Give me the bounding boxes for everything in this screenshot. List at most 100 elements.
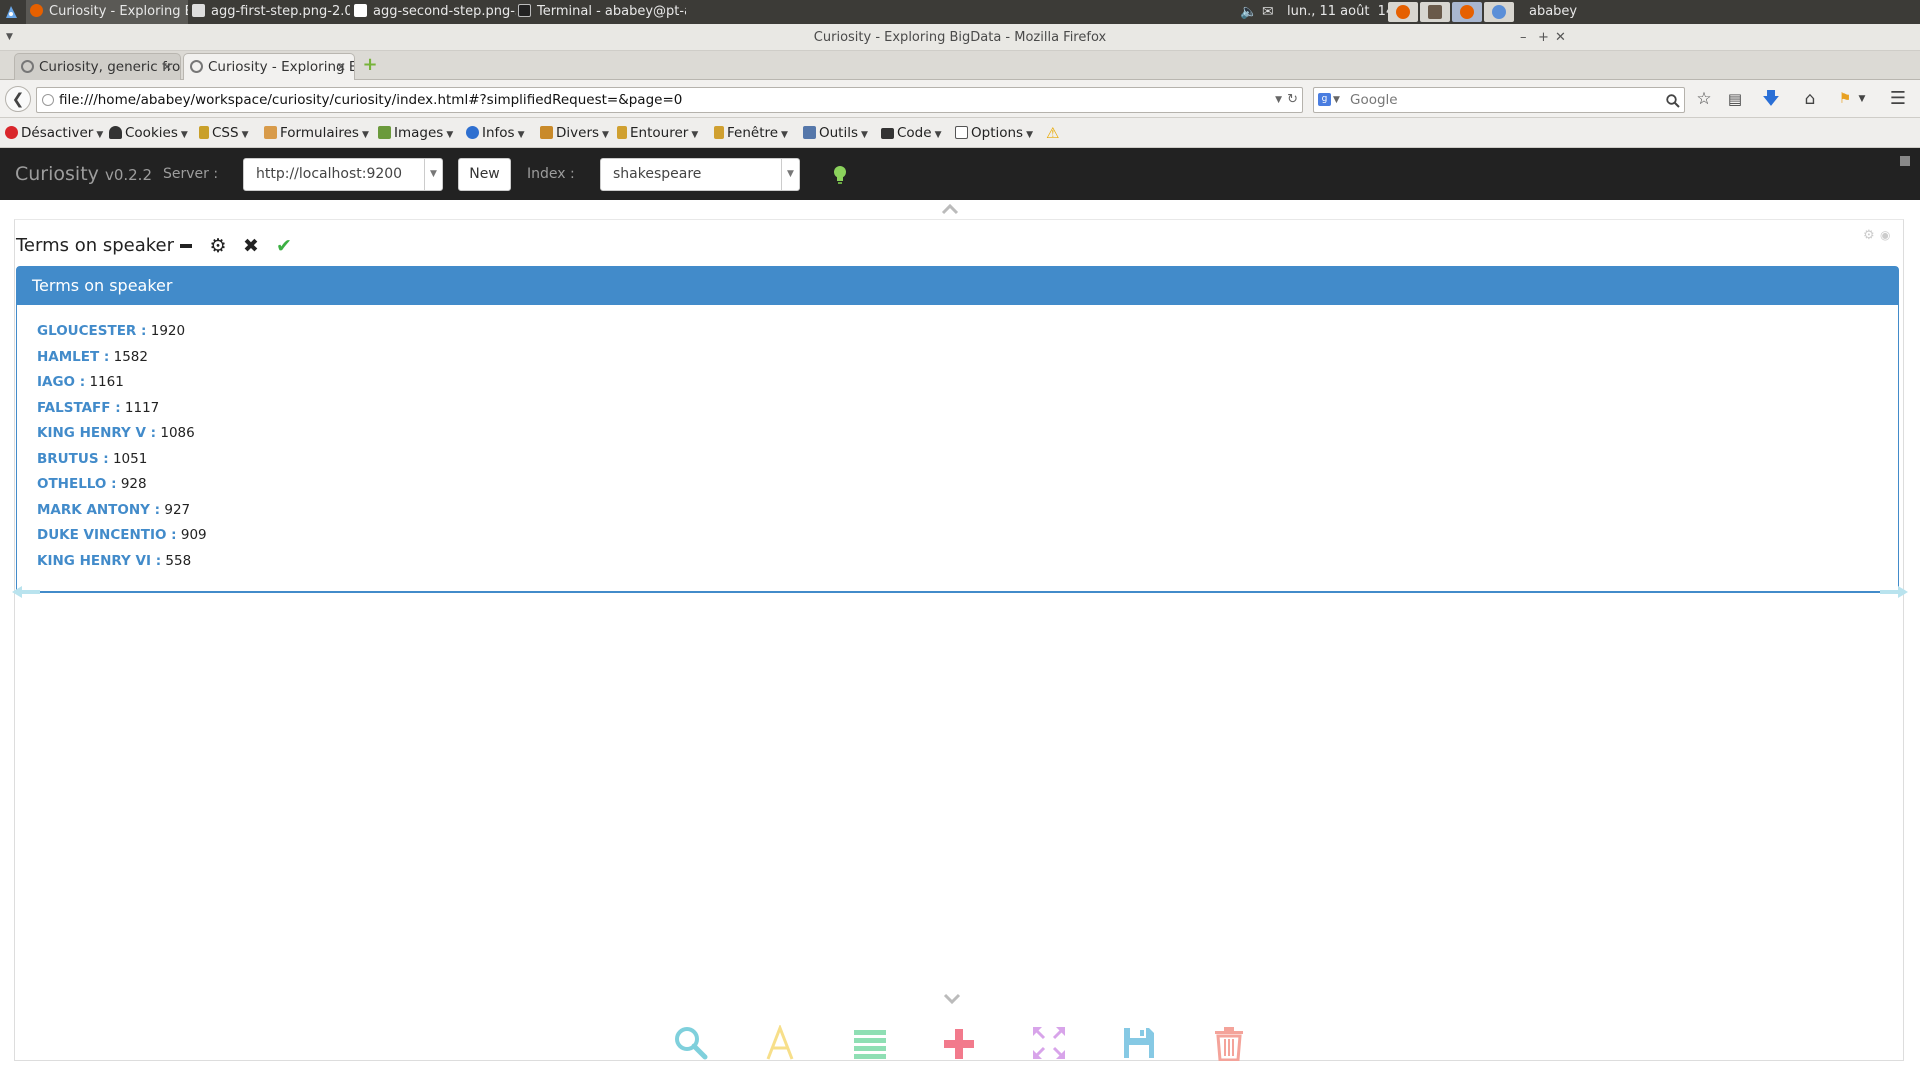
tab-favicon-icon bbox=[21, 60, 34, 73]
collapse-up-icon[interactable] bbox=[940, 202, 960, 216]
list-icon[interactable] bbox=[852, 1025, 888, 1061]
lightbulb-icon[interactable] bbox=[832, 165, 848, 185]
wd-options[interactable]: Options ▼ bbox=[955, 118, 1033, 148]
square-icon[interactable] bbox=[1900, 156, 1910, 166]
term-key[interactable]: KING HENRY VI : bbox=[37, 553, 161, 569]
warning-icon[interactable]: ⚠ bbox=[1046, 118, 1059, 148]
addon-dropdown-icon[interactable]: ▼ bbox=[1855, 86, 1869, 112]
new-tab-icon[interactable]: + bbox=[361, 56, 379, 74]
wd-cookies[interactable]: Cookies ▼ bbox=[109, 118, 188, 148]
taskbar-item-gimp-2[interactable]: agg-second-step.png-5.0 (R... bbox=[352, 0, 516, 24]
tray-app-3[interactable] bbox=[1452, 2, 1482, 22]
expand-down-icon[interactable] bbox=[942, 992, 962, 1006]
search-icon[interactable] bbox=[1666, 92, 1680, 108]
search-icon[interactable] bbox=[673, 1025, 709, 1061]
wd-css[interactable]: CSS ▼ bbox=[199, 118, 249, 148]
tray-app-4[interactable] bbox=[1484, 2, 1514, 22]
term-key[interactable]: FALSTAFF : bbox=[37, 400, 121, 416]
term-key[interactable]: BRUTUS : bbox=[37, 451, 109, 467]
term-key[interactable]: IAGO : bbox=[37, 374, 85, 390]
search-bar[interactable]: g ▼ Google bbox=[1313, 87, 1685, 113]
server-select[interactable]: http://localhost:9200 ▼ bbox=[243, 158, 443, 191]
resize-left-arrow-icon[interactable] bbox=[12, 585, 40, 599]
tab-curiosity-exploring[interactable]: Curiosity - Exploring Big... ✕ bbox=[183, 53, 355, 80]
mail-icon[interactable]: ✉ bbox=[1262, 0, 1274, 24]
term-key[interactable]: KING HENRY V : bbox=[37, 425, 156, 441]
wd-infos[interactable]: Infos ▼ bbox=[466, 118, 525, 148]
resize-divider[interactable] bbox=[16, 591, 1899, 593]
resize-right-arrow-icon[interactable] bbox=[1880, 585, 1908, 599]
wd-fenetre[interactable]: Fenêtre ▼ bbox=[714, 118, 788, 148]
volume-icon[interactable]: 🔈 bbox=[1240, 0, 1257, 24]
wd-divers[interactable]: Divers ▼ bbox=[540, 118, 609, 148]
term-count: 1161 bbox=[89, 374, 124, 390]
settings-gear-icon[interactable]: ⚙ bbox=[207, 234, 229, 258]
close-window-icon[interactable]: ✕ bbox=[1555, 24, 1566, 51]
url-dropdown-icon[interactable]: ▼ bbox=[1275, 88, 1282, 112]
close-tab-icon[interactable]: ✕ bbox=[336, 54, 346, 80]
image-icon bbox=[192, 4, 205, 17]
term-count: 1051 bbox=[112, 450, 148, 467]
app-brand[interactable]: Curiosity v0.2.2 bbox=[15, 148, 152, 201]
add-icon[interactable] bbox=[941, 1025, 977, 1061]
disable-icon bbox=[5, 126, 18, 139]
os-top-panel: Curiosity - Exploring BigDat... agg-firs… bbox=[0, 0, 1920, 24]
reload-icon[interactable]: ↻ bbox=[1287, 88, 1298, 112]
window-menu-icon[interactable]: ▼ bbox=[6, 24, 13, 51]
widget-settings-icon[interactable]: ⚙ bbox=[1863, 228, 1875, 243]
home-icon[interactable]: ⌂ bbox=[1797, 86, 1823, 112]
wd-code[interactable]: Code ▼ bbox=[881, 118, 941, 148]
search-engine-dropdown-icon[interactable]: ▼ bbox=[1333, 88, 1340, 112]
menu-icon[interactable]: ☰ bbox=[1885, 86, 1911, 112]
minimize-icon[interactable]: – bbox=[1520, 24, 1527, 51]
tray-app-2[interactable] bbox=[1420, 2, 1450, 22]
url-bar[interactable]: file:///home/ababey/workspace/curiosity/… bbox=[36, 87, 1303, 113]
google-icon[interactable]: g bbox=[1318, 93, 1331, 106]
tab-curiosity-generic[interactable]: Curiosity, generic front... ✕ bbox=[14, 53, 181, 80]
expand-icon[interactable] bbox=[1031, 1025, 1067, 1061]
minimize-widget-icon[interactable] bbox=[175, 234, 197, 258]
downloads-icon[interactable]: 🡇 bbox=[1758, 86, 1784, 112]
index-select[interactable]: shakespeare ▼ bbox=[600, 158, 800, 191]
wd-formulaires[interactable]: Formulaires ▼ bbox=[264, 118, 369, 148]
chevron-down-icon: ▼ bbox=[96, 130, 104, 140]
term-key[interactable]: HAMLET : bbox=[37, 349, 109, 365]
wd-desactiver[interactable]: Désactiver ▼ bbox=[5, 118, 103, 148]
validate-check-icon[interactable]: ✔ bbox=[273, 234, 295, 258]
ubuntu-logo-icon[interactable] bbox=[4, 4, 19, 20]
terminal-icon bbox=[518, 4, 531, 17]
list-item: OTHELLO : 928 bbox=[37, 472, 207, 498]
widget-eye-icon[interactable]: ◉ bbox=[1880, 228, 1890, 242]
close-tab-icon[interactable]: ✕ bbox=[162, 54, 172, 80]
tray-app-1[interactable] bbox=[1388, 2, 1418, 22]
term-key[interactable]: GLOUCESTER : bbox=[37, 323, 146, 339]
taskbar-item-gimp-1[interactable]: agg-first-step.png-2.0 (RGB, ... bbox=[190, 0, 350, 24]
maximize-icon[interactable]: + bbox=[1538, 24, 1549, 51]
chevron-down-icon: ▼ bbox=[241, 130, 249, 140]
trash-icon[interactable] bbox=[1211, 1025, 1247, 1062]
chevron-down-icon[interactable]: ▼ bbox=[424, 159, 442, 190]
wd-entourer[interactable]: Entourer ▼ bbox=[617, 118, 698, 148]
wd-images[interactable]: Images ▼ bbox=[378, 118, 453, 148]
index-label: Index : bbox=[527, 166, 575, 182]
term-key[interactable]: OTHELLO : bbox=[37, 476, 117, 492]
font-icon[interactable] bbox=[762, 1023, 798, 1061]
bookmark-star-icon[interactable]: ☆ bbox=[1691, 86, 1717, 112]
term-key-text: KING HENRY VI bbox=[37, 552, 151, 569]
user-name[interactable]: ababey bbox=[1529, 0, 1577, 24]
reading-list-icon[interactable]: ▤ bbox=[1722, 86, 1748, 112]
list-item: DUKE VINCENTIO : 909 bbox=[37, 523, 207, 549]
new-button[interactable]: New bbox=[458, 158, 511, 191]
term-count: 558 bbox=[165, 552, 192, 569]
taskbar-item-firefox[interactable]: Curiosity - Exploring BigDat... bbox=[26, 0, 188, 24]
term-key[interactable]: MARK ANTONY : bbox=[37, 502, 160, 518]
save-icon[interactable] bbox=[1121, 1025, 1157, 1061]
back-icon[interactable]: ❮ bbox=[5, 86, 31, 112]
term-key[interactable]: DUKE VINCENTIO : bbox=[37, 527, 177, 543]
wd-outils[interactable]: Outils ▼ bbox=[803, 118, 868, 148]
close-widget-icon[interactable]: ✖ bbox=[240, 234, 262, 258]
server-label: Server : bbox=[163, 166, 219, 182]
chevron-down-icon[interactable]: ▼ bbox=[781, 159, 799, 190]
resize-pencil-icon bbox=[714, 126, 724, 139]
taskbar-item-terminal[interactable]: Terminal - ababey@pt-abab... bbox=[516, 0, 686, 24]
